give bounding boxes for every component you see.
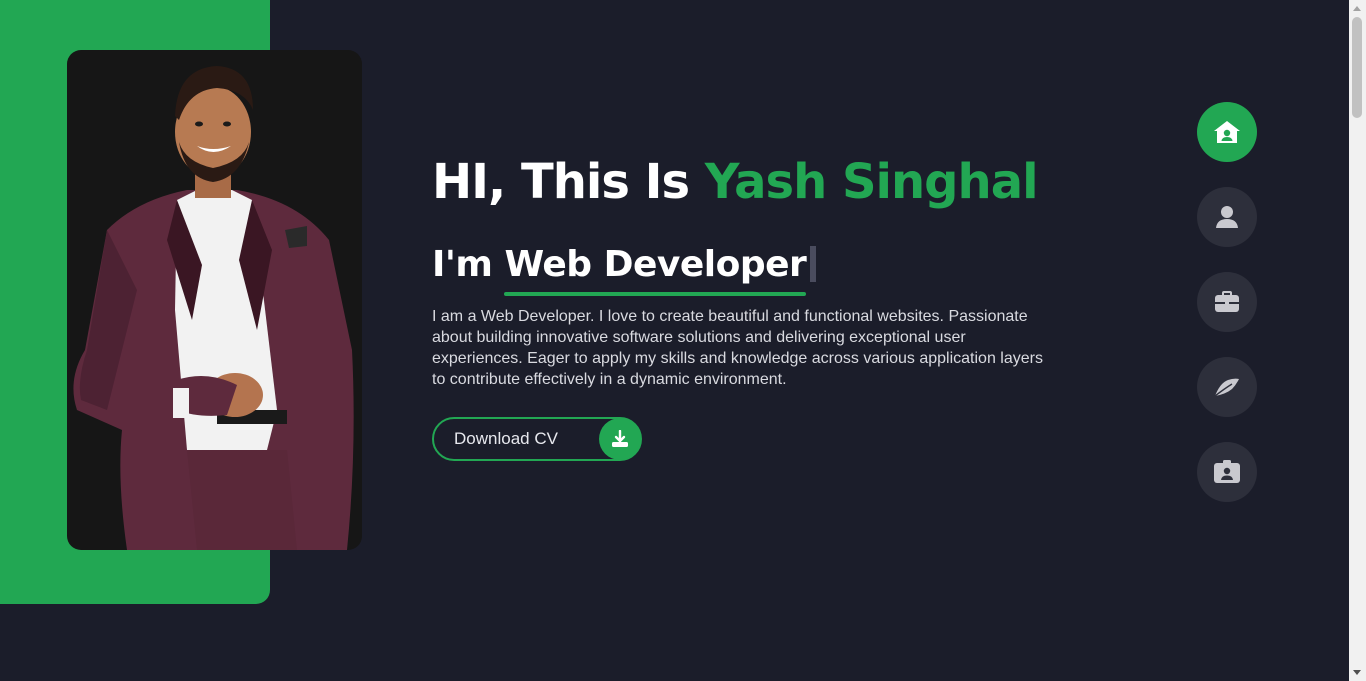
profile-photo: [67, 50, 362, 550]
scroll-up-arrow-icon[interactable]: [1353, 6, 1361, 11]
hero-greeting: HI, This Is Yash Singhal: [432, 150, 1072, 214]
feather-icon: [1214, 378, 1239, 397]
nav-home-button[interactable]: [1197, 102, 1257, 162]
role-typed-text: Web Developer: [504, 242, 807, 296]
greeting-prefix: HI, This Is: [432, 154, 705, 210]
person-illustration: [73, 66, 354, 550]
nav-blog-button[interactable]: [1197, 357, 1257, 417]
scroll-down-arrow-icon[interactable]: [1353, 670, 1361, 675]
contact-card-icon: [1214, 460, 1240, 483]
download-icon: [599, 418, 641, 460]
download-cv-button[interactable]: Download CV: [432, 417, 642, 461]
side-navigation: [1197, 102, 1257, 502]
briefcase-icon: [1215, 291, 1239, 312]
home-section: HI, This Is Yash Singhal I'm Web Develop…: [0, 0, 1349, 681]
user-icon: [1216, 206, 1238, 228]
typing-cursor: [810, 246, 817, 282]
hero-content: HI, This Is Yash Singhal I'm Web Develop…: [432, 150, 1072, 461]
hero-role: I'm Web Developer: [432, 242, 1072, 296]
scrollbar-thumb[interactable]: [1352, 17, 1362, 118]
house-user-icon: [1214, 121, 1240, 143]
vertical-scrollbar[interactable]: [1349, 0, 1366, 681]
nav-about-button[interactable]: [1197, 187, 1257, 247]
nav-contact-button[interactable]: [1197, 442, 1257, 502]
hero-name: Yash Singhal: [704, 154, 1039, 210]
nav-portfolio-button[interactable]: [1197, 272, 1257, 332]
hero-bio: I am a Web Developer. I love to create b…: [432, 308, 1043, 388]
role-prefix: I'm: [432, 244, 493, 285]
download-cv-label: Download CV: [454, 429, 558, 448]
